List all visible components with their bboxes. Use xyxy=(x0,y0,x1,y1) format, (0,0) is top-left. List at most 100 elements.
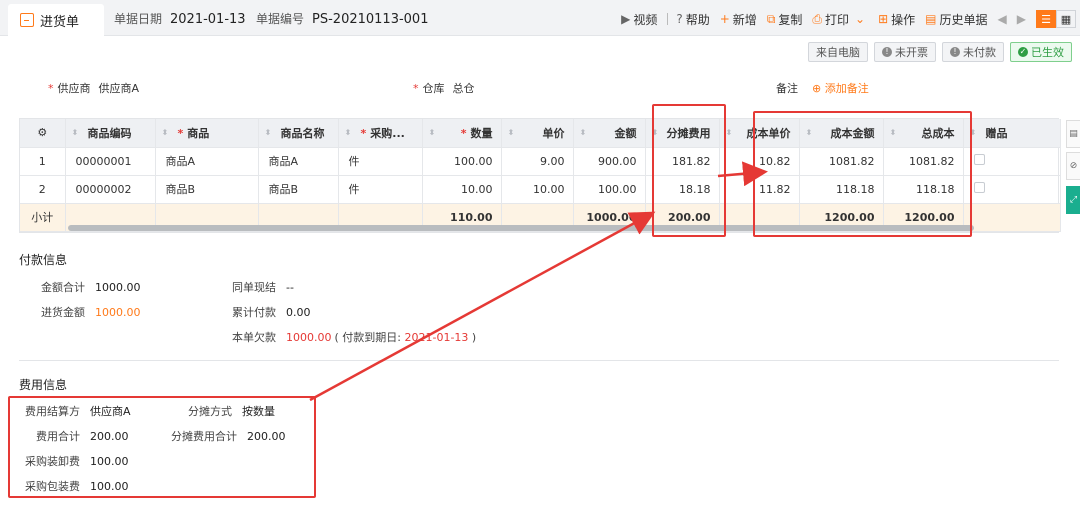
cell-qty[interactable]: 10.00 xyxy=(422,175,502,204)
sort-icon: ⬍ xyxy=(725,128,733,137)
doc-number-label: 单据编号 xyxy=(256,12,305,26)
invoice-badge-label: 未开票 xyxy=(895,46,928,59)
sort-icon: ⬍ xyxy=(507,128,515,137)
due-date-value[interactable]: 2021-01-13 xyxy=(405,331,469,344)
doc-date-value: 2021-01-13 xyxy=(170,12,246,27)
add-note-button[interactable]: ⊕ 添加备注 xyxy=(812,80,869,96)
operate-button[interactable]: ⊞ 操作 xyxy=(878,11,915,28)
gift-checkbox[interactable] xyxy=(973,154,985,165)
cell-unit[interactable]: 件 xyxy=(338,175,423,204)
col-header-label: 数量 xyxy=(470,126,493,140)
col-header-gift[interactable]: ⬍ 赠品 xyxy=(963,119,1061,148)
col-header-label: 商品名称 xyxy=(280,126,325,140)
settle-now: 同单现结 -- xyxy=(232,279,294,295)
help-label: 帮助 xyxy=(685,12,710,27)
history-icon: ▤ xyxy=(925,12,937,26)
cumulative-payment: 累计付款 0.00 xyxy=(232,304,311,320)
history-label: 历史单据 xyxy=(939,12,988,27)
arrow-fee-to-allocated xyxy=(309,211,656,402)
required-marker: * xyxy=(48,82,54,95)
cell-amount[interactable]: 100.00 xyxy=(573,175,646,204)
add-button[interactable]: + 新增 xyxy=(720,11,757,28)
purchase-amount-label: 进货金额 xyxy=(41,306,85,319)
cell-price[interactable]: 9.00 xyxy=(501,147,574,176)
cell-goods[interactable]: 商品A xyxy=(155,147,259,176)
history-button[interactable]: ▤ 历史单据 xyxy=(925,11,987,28)
col-header-goods-name[interactable]: ⬍ 商品名称 xyxy=(258,119,339,148)
col-header-label: 金额 xyxy=(614,126,637,140)
side-panel-doc-icon[interactable]: ▤ xyxy=(1066,120,1080,148)
cell-unit[interactable]: 件 xyxy=(338,147,423,176)
subtotal-cell xyxy=(963,203,1061,232)
status-badge-label: 已生效 xyxy=(1031,46,1064,59)
column-settings-button[interactable]: ⚙ xyxy=(20,119,66,148)
sort-icon: ⬍ xyxy=(344,128,352,137)
annotation-box-cost-columns xyxy=(753,111,972,237)
col-header-label: 商品 xyxy=(187,126,210,140)
cell-goods[interactable]: 商品B xyxy=(155,175,259,204)
supplier-label: 供应商 xyxy=(57,82,91,95)
cell-gift xyxy=(963,175,1061,204)
cell-code[interactable]: 00000001 xyxy=(65,147,156,176)
doc-date: 单据日期 2021-01-13 xyxy=(114,10,246,27)
list-view-icon[interactable]: ☰ xyxy=(1036,10,1056,28)
cell-qty[interactable]: 100.00 xyxy=(422,147,502,176)
chevron-down-icon[interactable]: ⌄ xyxy=(855,12,865,26)
required-marker: * xyxy=(460,126,467,140)
printer-icon: ⎙ xyxy=(812,11,823,26)
card-view-icon[interactable]: ▦ xyxy=(1056,10,1076,28)
help-button[interactable]: ? 帮助 xyxy=(676,11,709,28)
col-header-code[interactable]: ⬍ 商品编码 xyxy=(65,119,156,148)
sort-icon: ⬍ xyxy=(161,128,169,137)
supplier-field[interactable]: * 供应商 供应商A xyxy=(48,80,139,96)
sort-icon: ⬍ xyxy=(264,128,272,137)
supplier-value: 供应商A xyxy=(98,82,140,95)
doc-date-label: 单据日期 xyxy=(114,12,163,26)
copy-button[interactable]: ⧉ 复制 xyxy=(767,11,803,28)
warehouse-label: 仓库 xyxy=(422,82,445,95)
sort-icon: ⬍ xyxy=(579,128,587,137)
warehouse-field[interactable]: * 仓库 总仓 xyxy=(413,80,475,96)
col-header-price[interactable]: ⬍ 单价 xyxy=(501,119,574,148)
cumulative-payment-value: 0.00 xyxy=(286,306,311,319)
due-date-prefix: ( 付款到期日: xyxy=(334,331,405,344)
payment-total-value: 1000.00 xyxy=(95,281,141,294)
note-field: 备注 xyxy=(776,80,798,96)
fee-section-title: 费用信息 xyxy=(19,378,68,392)
due-date-suffix: ) xyxy=(468,331,477,344)
row-number: 2 xyxy=(20,175,66,204)
col-header-qty[interactable]: ⬍ * 数量 xyxy=(422,119,502,148)
note-label: 备注 xyxy=(776,82,798,95)
col-header-goods[interactable]: ⬍ * 商品 xyxy=(155,119,259,148)
cell-goods-name[interactable]: 商品B xyxy=(258,175,339,204)
cell-gift xyxy=(963,147,1061,176)
payment-total-label: 金额合计 xyxy=(41,281,85,294)
grid-icon: ⊞ xyxy=(878,12,889,26)
status-badge: ✓ 已生效 xyxy=(1010,42,1072,62)
prev-icon[interactable]: ◀ xyxy=(998,12,1007,26)
video-icon: ▶ xyxy=(621,12,631,26)
cell-goods-name[interactable]: 商品A xyxy=(258,147,339,176)
tab-purchase-order[interactable]: 进货单 xyxy=(8,4,104,36)
tab-label: 进货单 xyxy=(40,14,80,30)
required-marker: * xyxy=(177,126,184,140)
side-panel-attach-icon[interactable]: ⊘ xyxy=(1066,152,1080,180)
cell-code[interactable]: 00000002 xyxy=(65,175,156,204)
amount-owed-label: 本单欠款 xyxy=(232,331,276,344)
copy-icon: ⧉ xyxy=(766,11,776,26)
cell-amount[interactable]: 900.00 xyxy=(573,147,646,176)
side-panel-expand-icon[interactable]: ⤢ xyxy=(1066,186,1080,214)
status-badges: 来自电脑 ! 未开票 ! 未付款 ✓ 已生效 xyxy=(808,42,1072,62)
print-button[interactable]: ⎙ 打印 ⌄ xyxy=(812,11,868,28)
video-button[interactable]: ▶ 视频 xyxy=(621,11,657,28)
required-marker: * xyxy=(360,126,367,140)
gift-checkbox[interactable] xyxy=(973,182,985,193)
exclamation-icon: ! xyxy=(950,47,960,57)
next-icon[interactable]: ▶ xyxy=(1017,12,1026,26)
purchase-amount-value: 1000.00 xyxy=(95,306,141,319)
col-header-amount[interactable]: ⬍ 金额 xyxy=(573,119,646,148)
cell-price[interactable]: 10.00 xyxy=(501,175,574,204)
purchase-amount: 进货金额 1000.00 xyxy=(41,304,141,320)
col-header-purchase-unit[interactable]: ⬍ * 采购... xyxy=(338,119,423,148)
add-label: 新增 xyxy=(732,12,757,27)
